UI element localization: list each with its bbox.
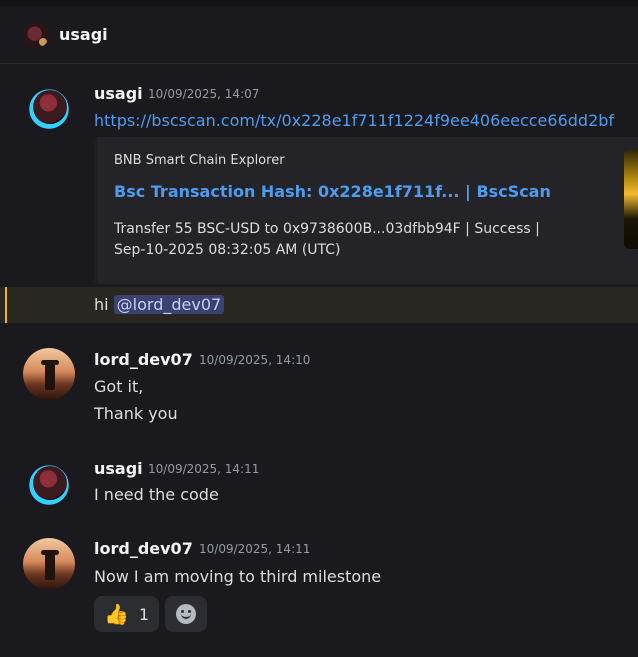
embed-description-line: Sep-10-2025 08:32:05 AM (UTC) [114,242,341,258]
mention-highlight-row: hi @lord_dev07 [0,287,638,323]
timestamp: 10/09/2025, 14:11 [199,542,311,556]
avatar[interactable] [23,82,75,134]
avatar-image [33,466,67,500]
chat-app: usagi usagi 10/09/2025, 14:07 https://bs… [0,0,638,657]
embed-description: Transfer 55 BSC-USD to 0x9738600B...03df… [114,219,540,261]
avatar-image [45,552,55,580]
avatar[interactable] [23,348,75,400]
avatar-image [33,90,67,124]
username[interactable]: usagi [94,459,143,478]
link-embed: BNB Smart Chain Explorer Bsc Transaction… [94,137,638,284]
username[interactable]: usagi [94,84,143,103]
embed-title[interactable]: Bsc Transaction Hash: 0x228e1f711f... | … [114,182,551,201]
message-text: Got it, [94,377,144,396]
timestamp: 10/09/2025, 14:07 [148,87,260,101]
embed-thumbnail[interactable] [624,149,638,249]
message-text: hi @lord_dev07 [94,294,225,316]
user-mention[interactable]: @lord_dev07 [113,295,225,314]
reaction-thumbs-up[interactable]: 👍 1 [94,596,160,632]
embed-provider[interactable]: BNB Smart Chain Explorer [114,153,285,168]
username[interactable]: lord_dev07 [94,350,193,369]
thumbs-up-icon: 👍 [104,602,129,626]
avatar[interactable] [23,538,75,590]
message-group: usagi 10/09/2025, 14:07 https://bscscan.… [0,0,638,287]
embed-description-line: Transfer 55 BSC-USD to 0x9738600B...03df… [114,221,540,237]
message-text: Now I am moving to third milestone [94,567,382,586]
message-text: Thank you [94,404,178,423]
reaction-count: 1 [138,604,150,624]
message-link[interactable]: https://bscscan.com/tx/0x228e1f711f1224f… [94,110,614,132]
reactions-bar: 👍 1 [94,596,208,632]
username[interactable]: lord_dev07 [94,539,193,558]
timestamp: 10/09/2025, 14:10 [199,353,311,367]
smiley-icon [176,604,197,624]
avatar[interactable] [23,458,75,510]
message-text: I need the code [94,485,219,504]
add-reaction-button[interactable] [165,596,208,632]
avatar-image [45,362,55,390]
mention-highlight-bar [5,287,7,323]
message-text-prefix: hi [94,295,114,314]
timestamp: 10/09/2025, 14:11 [148,462,260,476]
